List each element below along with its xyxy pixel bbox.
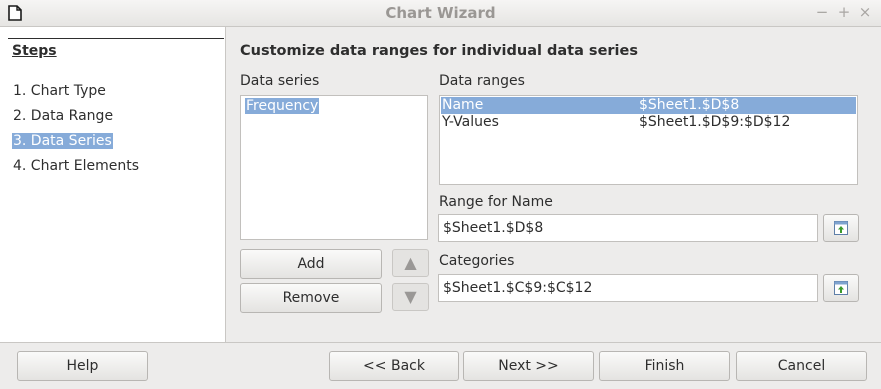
data-series-list[interactable]: Frequency [240, 95, 428, 240]
select-range-icon [834, 221, 848, 235]
triangle-up-icon: ▲ [404, 253, 417, 272]
range-row-name: Y-Values [442, 114, 499, 130]
range-for-name-label: Range for Name [439, 194, 553, 210]
steps-title: Steps [12, 43, 57, 59]
data-series-item[interactable]: Frequency [245, 98, 320, 114]
categories-field[interactable]: $Sheet1.$C$9:$C$12 [438, 274, 818, 302]
step-data-range[interactable]: 2. Data Range [12, 108, 114, 124]
title-bar: Chart Wizard − + × [0, 0, 881, 27]
select-range-categories-button[interactable] [823, 274, 859, 302]
move-up-button[interactable]: ▲ [392, 249, 429, 277]
categories-label: Categories [439, 253, 515, 269]
select-range-name-button[interactable] [823, 214, 859, 242]
select-range-icon [834, 281, 848, 295]
steps-divider [8, 38, 224, 39]
steps-panel: Steps 1. Chart Type 2. Data Range 3. Dat… [0, 27, 226, 342]
data-series-label: Data series [240, 73, 320, 89]
help-button[interactable]: Help [17, 351, 148, 381]
main-content: Customize data ranges for individual dat… [226, 27, 881, 342]
page-heading: Customize data ranges for individual dat… [240, 43, 638, 59]
range-row[interactable]: Y-Values $Sheet1.$D$9:$D$12 [441, 114, 856, 131]
window-title: Chart Wizard [385, 4, 496, 22]
data-ranges-label: Data ranges [439, 73, 525, 89]
range-row-value: $Sheet1.$D$9:$D$12 [639, 114, 791, 130]
finish-button[interactable]: Finish [599, 351, 730, 381]
dialog-footer: Help << Back Next >> Finish Cancel [0, 342, 881, 389]
triangle-down-icon: ▼ [404, 287, 417, 306]
back-button[interactable]: << Back [329, 351, 459, 381]
range-row[interactable]: Name $Sheet1.$D$8 [441, 97, 856, 114]
minimize-icon[interactable]: − [815, 3, 829, 21]
move-down-button[interactable]: ▼ [392, 283, 429, 311]
next-button[interactable]: Next >> [463, 351, 594, 381]
range-for-name-field[interactable]: $Sheet1.$D$8 [438, 214, 818, 242]
step-data-series[interactable]: 3. Data Series [12, 133, 113, 149]
range-row-name: Name [442, 97, 484, 113]
cancel-button[interactable]: Cancel [736, 351, 867, 381]
step-chart-type[interactable]: 1. Chart Type [12, 83, 107, 99]
maximize-icon[interactable]: + [837, 3, 851, 21]
data-ranges-list[interactable]: Name $Sheet1.$D$8 Y-Values $Sheet1.$D$9:… [439, 95, 858, 185]
close-icon[interactable]: × [858, 3, 872, 21]
add-series-button[interactable]: Add [240, 249, 382, 279]
remove-series-button[interactable]: Remove [240, 283, 382, 313]
range-row-value: $Sheet1.$D$8 [639, 97, 740, 113]
step-chart-elements[interactable]: 4. Chart Elements [12, 158, 140, 174]
